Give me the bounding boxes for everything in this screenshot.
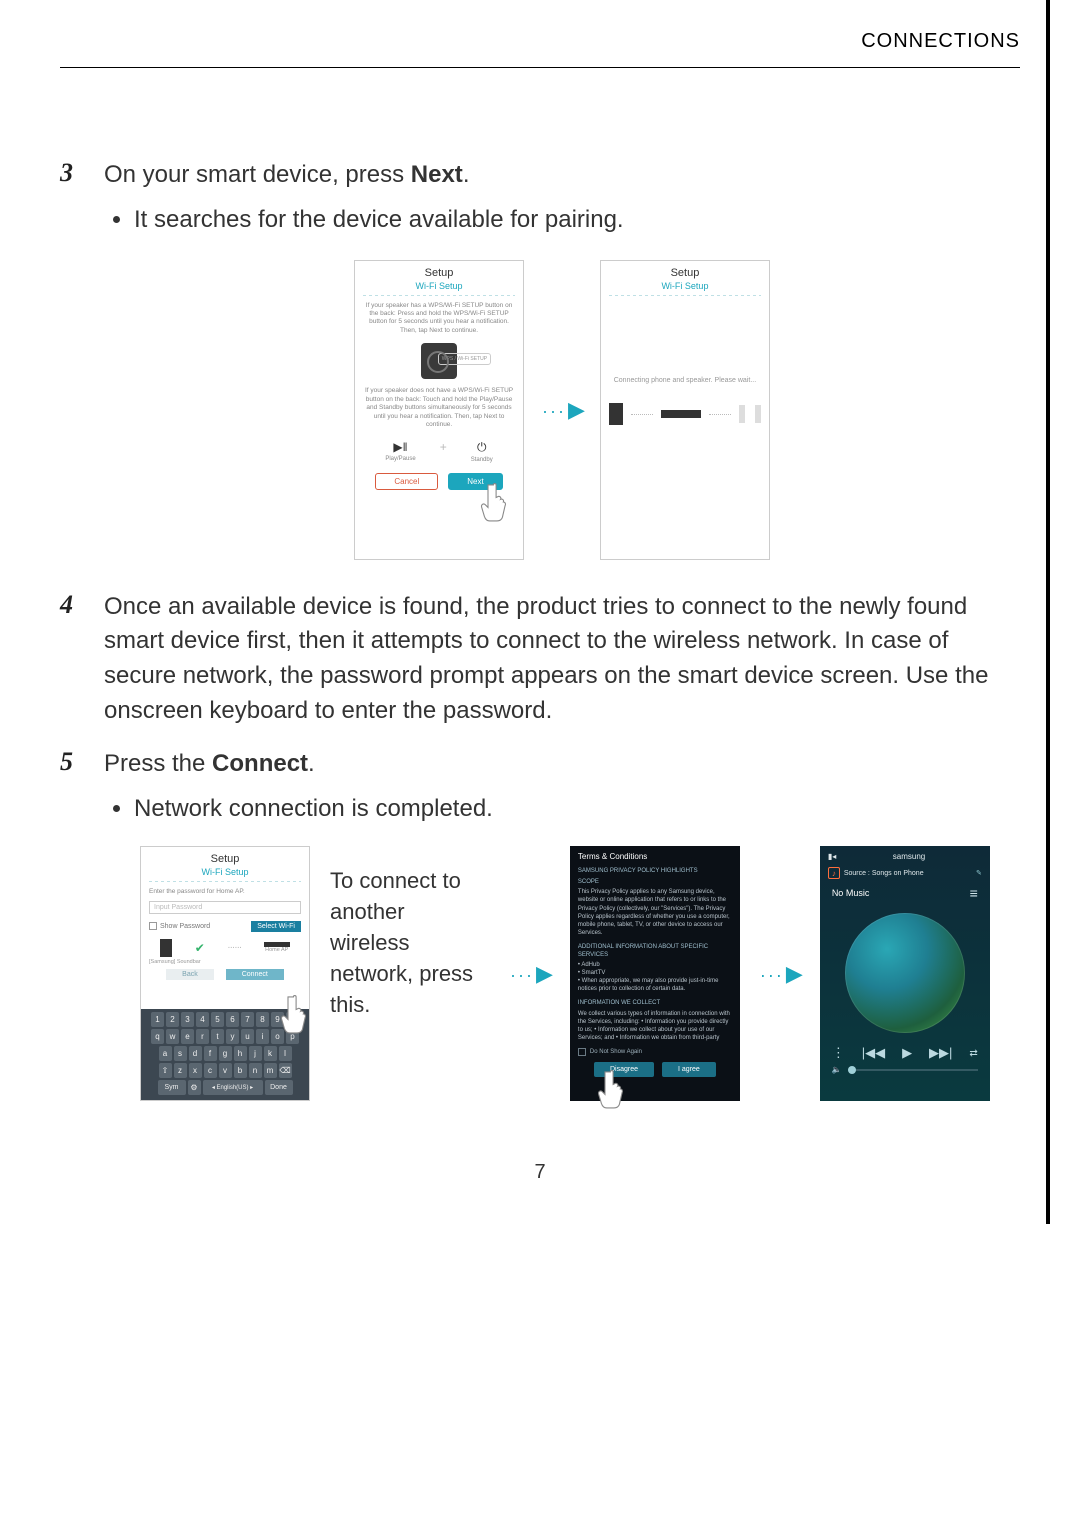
speaker-illustration: WPS / Wi-Fi SETUP — [421, 343, 457, 379]
instruction-text: If your speaker has a WPS/Wi-Fi SETUP bu… — [355, 302, 523, 336]
step-text-pre: On your smart device, press — [104, 161, 411, 188]
speaker-status-icon: ▮◂ — [828, 852, 836, 861]
step-number: 3 — [60, 158, 104, 238]
next-button[interactable]: Next — [448, 473, 502, 490]
soundbar-label: [Samsung] Soundbar — [149, 959, 309, 965]
phone-screen-connecting: Setup Wi-Fi Setup Connecting phone and s… — [600, 260, 770, 560]
step-number: 5 — [60, 747, 104, 827]
additional-info-label: Additional Information About Specific Se… — [578, 943, 732, 959]
arrow-right-icon: ▶ — [542, 397, 582, 423]
step-bullet: It searches for the device available for… — [134, 203, 1020, 238]
step-bullet: Network connection is completed. — [134, 792, 1020, 827]
arrow-right-icon: ▶ — [760, 961, 800, 987]
menu-icon[interactable]: ≡ — [970, 885, 978, 901]
info-collect-text: We collect various types of information … — [578, 1010, 732, 1042]
no-music-label: No Music — [832, 888, 870, 898]
instruction-text-alt: If your speaker does not have a WPS/Wi-F… — [355, 387, 523, 429]
prev-track-icon[interactable]: |◀◀ — [862, 1045, 885, 1061]
edit-icon[interactable]: ✎ — [976, 869, 982, 877]
cancel-button[interactable]: Cancel — [375, 473, 438, 490]
agree-button[interactable]: I agree — [662, 1062, 716, 1077]
phone-screen-wifi-setup-instructions: Setup Wi-Fi Setup If your speaker has a … — [354, 260, 524, 560]
terms-title: Terms & Conditions — [578, 852, 732, 863]
phone-screen-music-player: ▮◂ samsung ♪ Source : Songs on Phone ✎ N… — [820, 846, 990, 1101]
play-icon[interactable]: ▶ — [902, 1045, 912, 1061]
scope-label: Scope — [578, 878, 732, 886]
screen-title: Setup — [141, 847, 309, 867]
section-header: CONNECTIONS — [60, 30, 1020, 59]
play-pause-icon: ▶ǁPlay/Pause — [385, 440, 415, 463]
screen-subtitle: Wi-Fi Setup — [355, 281, 523, 295]
scope-text: This Privacy Policy applies to any Samsu… — [578, 888, 732, 937]
next-track-icon[interactable]: ▶▶| — [929, 1045, 952, 1061]
screen-title: Setup — [355, 261, 523, 281]
screen-title: Setup — [601, 261, 769, 281]
password-input[interactable]: Input Password — [149, 901, 301, 914]
figure-step5: Setup Wi-Fi Setup Enter the password for… — [140, 846, 1020, 1101]
brand-label: samsung — [893, 852, 925, 861]
connect-button[interactable]: Connect — [226, 969, 284, 980]
select-wifi-button[interactable]: Select Wi-Fi — [251, 921, 301, 932]
info-collect-label: Information We Collect — [578, 999, 732, 1007]
screen-subtitle: Wi-Fi Setup — [141, 867, 309, 881]
step-number: 4 — [60, 590, 104, 729]
password-prompt: Enter the password for Home AP. — [141, 888, 309, 896]
shuffle-icon[interactable]: ⇄ — [969, 1048, 977, 1059]
step-text-pre: Press the — [104, 750, 212, 777]
do-not-show-label: Do Not Show Again — [590, 1048, 642, 1056]
source-icon: ♪ — [828, 867, 840, 879]
phone-screen-terms: Terms & Conditions SAMSUNG PRIVACY POLIC… — [570, 846, 740, 1101]
terms-heading: SAMSUNG PRIVACY POLICY HIGHLIGHTS — [578, 867, 732, 875]
source-label: Source : Songs on Phone — [844, 870, 924, 877]
screen-subtitle: Wi-Fi Setup — [601, 281, 769, 295]
figure-step3: Setup Wi-Fi Setup If your speaker has a … — [104, 260, 1020, 560]
step-text-post: . — [308, 750, 315, 777]
phone-screen-password: Setup Wi-Fi Setup Enter the password for… — [140, 846, 310, 1101]
onscreen-keyboard[interactable]: 1234567890 qwertyuiop asdfghjkl ⇧zxcvbnm… — [141, 1009, 309, 1100]
step-4: 4 Once an available device is found, the… — [60, 590, 1020, 729]
volume-slider[interactable] — [848, 1069, 978, 1071]
step-text-post: . — [463, 161, 470, 188]
additional-info-list: • AdHub • SmartTV • When appropriate, we… — [578, 961, 732, 993]
header-side-rule — [1046, 0, 1050, 1224]
arrow-right-icon: ▶ — [510, 961, 550, 987]
callout-select-wifi: To connect to another wireless network, … — [330, 846, 490, 1020]
show-password-checkbox[interactable] — [149, 922, 157, 930]
show-password-label: Show Password — [160, 923, 210, 930]
connection-illustration — [601, 403, 769, 425]
step-text: Once an available device is found, the p… — [104, 590, 1020, 729]
home-ap-label: Home AP — [264, 947, 290, 953]
standby-icon: ⏻Standby — [471, 440, 493, 463]
volume-icon: 🔈 — [832, 1065, 842, 1074]
checkmark-icon: ✔ — [195, 941, 205, 955]
more-icon[interactable]: ⋮ — [832, 1045, 845, 1061]
step-text-bold: Connect — [212, 750, 308, 777]
step-text-bold: Next — [411, 161, 463, 188]
header-rule — [60, 67, 1020, 68]
page-number: 7 — [60, 1161, 1020, 1184]
do-not-show-checkbox[interactable] — [578, 1048, 586, 1056]
disagree-button[interactable]: Disagree — [594, 1062, 654, 1077]
step-3: 3 On your smart device, press Next. It s… — [60, 158, 1020, 238]
step-5: 5 Press the Connect. Network connection … — [60, 747, 1020, 827]
back-button[interactable]: Back — [166, 969, 214, 980]
album-art-placeholder — [845, 913, 965, 1033]
wps-button-label: WPS / Wi-Fi SETUP — [438, 353, 491, 365]
connecting-message: Connecting phone and speaker. Please wai… — [601, 372, 769, 389]
